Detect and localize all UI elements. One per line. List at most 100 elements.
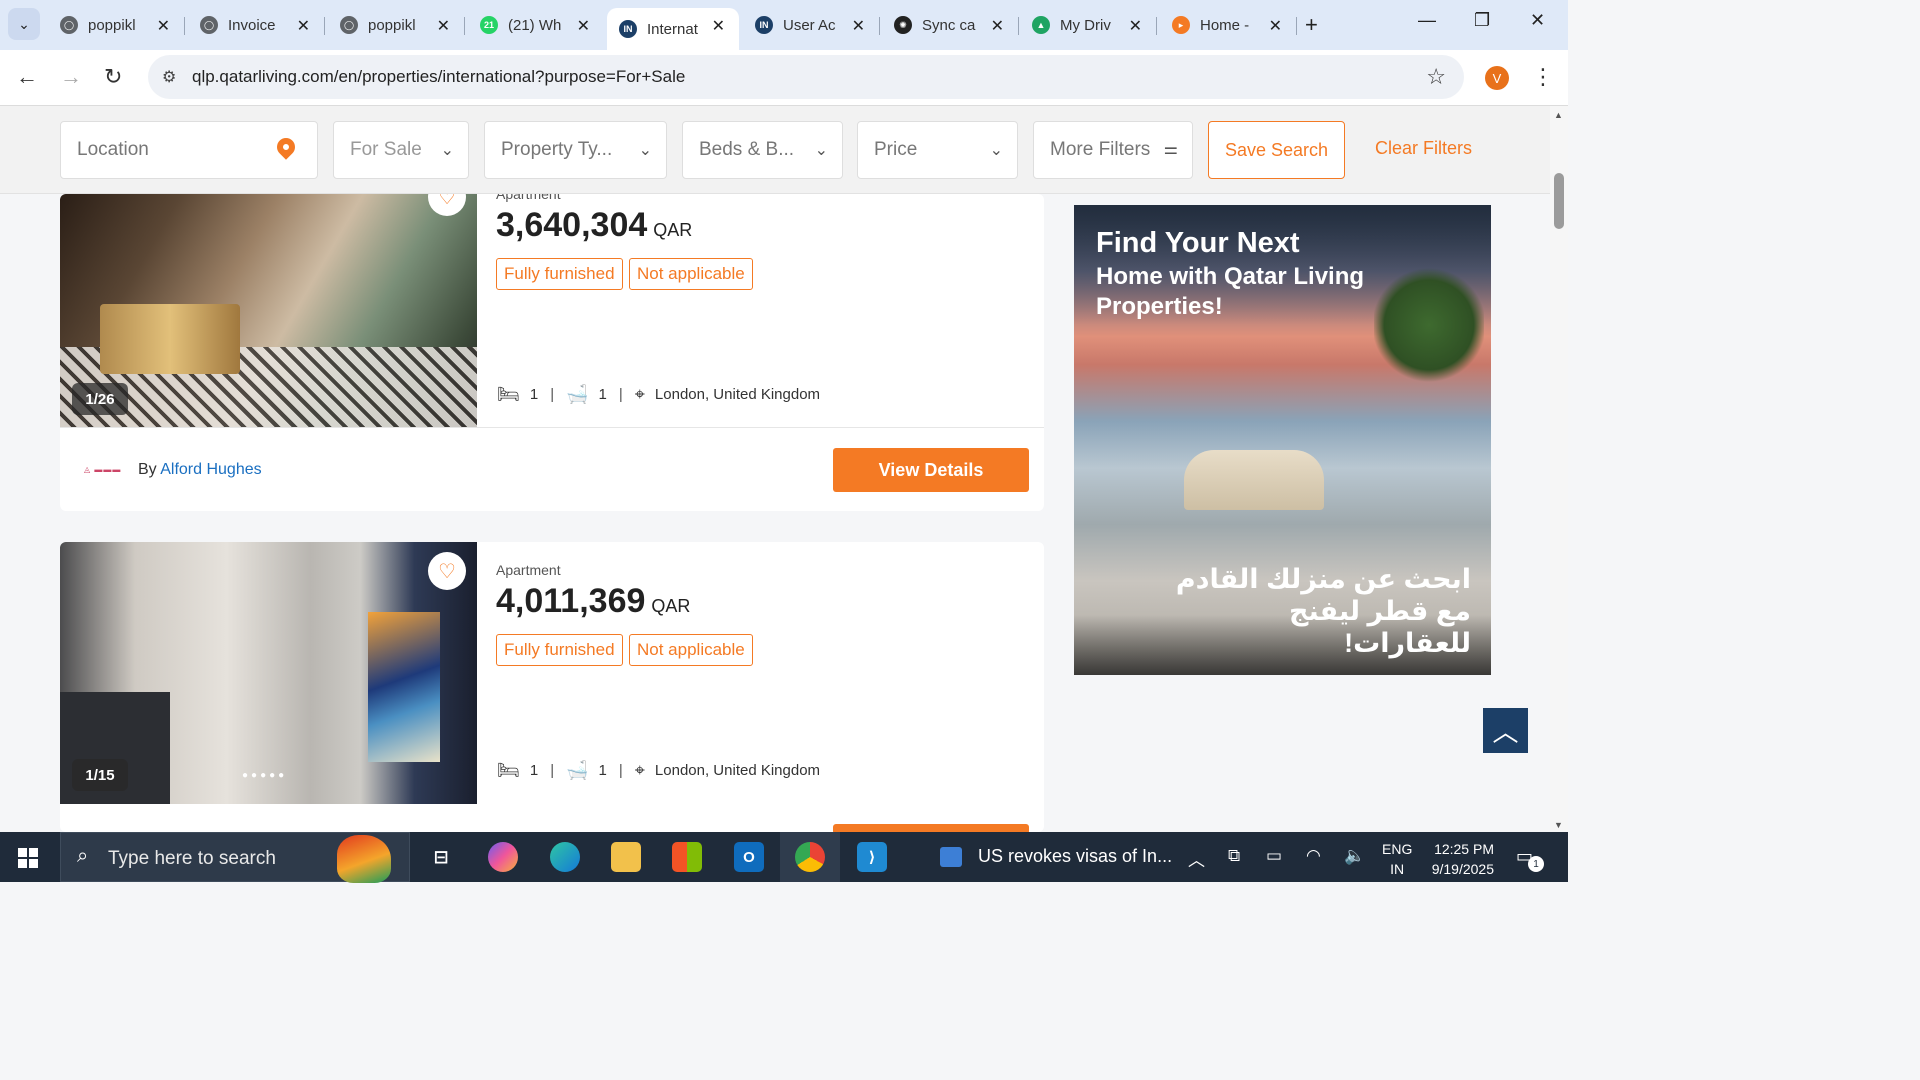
restore-icon[interactable]: ❐	[1474, 10, 1490, 31]
task-view-icon[interactable]: ⊟	[426, 842, 456, 872]
more-filters-label: More Filters	[1050, 139, 1151, 160]
site-settings-icon[interactable]: ⚙	[162, 67, 176, 87]
scroll-to-top-button[interactable]: ︿	[1483, 708, 1528, 753]
ad-subheadline: Home with Qatar Living Properties!	[1096, 263, 1365, 320]
vscode-icon[interactable]: ⟩	[857, 842, 887, 872]
tab-8[interactable]: ▲ My Driv ✕	[1020, 8, 1157, 42]
tab-9[interactable]: ▸ Home - ✕	[1160, 8, 1297, 42]
search-icon: ⌕	[77, 845, 89, 867]
battery-icon[interactable]: ▭	[1266, 846, 1282, 866]
scroll-thumb[interactable]	[1554, 173, 1564, 229]
page-scrollbar[interactable]: ▲ ▼	[1550, 106, 1568, 832]
copilot-icon[interactable]	[488, 842, 518, 872]
beds-count: 1	[529, 762, 539, 779]
url-text[interactable]: qlp.qatarliving.com/en/properties/intern…	[192, 67, 685, 87]
browser-menu-icon[interactable]: ⋮	[1532, 64, 1554, 90]
close-tab-icon[interactable]: ✕	[577, 16, 590, 36]
carousel-dots[interactable]: ●●●●●	[242, 770, 287, 781]
listing-card[interactable]: 1/15 ●●●●● ♡ Apartment 4,011,369 QAR Full…	[60, 542, 1044, 832]
property-type-dropdown[interactable]: Property Ty... ⌄	[484, 121, 667, 179]
new-tab-plus-icon[interactable]: +	[1305, 12, 1318, 38]
close-tab-icon[interactable]: ✕	[157, 16, 170, 36]
address-bar[interactable]: ⚙ qlp.qatarliving.com/en/properties/inte…	[148, 55, 1464, 99]
close-tab-icon[interactable]: ✕	[297, 16, 310, 36]
scroll-down-arrow-icon[interactable]: ▼	[1554, 820, 1563, 830]
profile-avatar[interactable]: V	[1485, 66, 1509, 90]
view-details-button[interactable]	[833, 824, 1029, 832]
purpose-dropdown[interactable]: For Sale ⌄	[333, 121, 469, 179]
ad-arabic-text: ابحث عن منزلك القادم مع قطر ليفنج للعقار…	[1175, 564, 1471, 658]
tab-3[interactable]: ◯ poppikl ✕	[328, 8, 465, 42]
price-dropdown[interactable]: Price ⌄	[857, 121, 1018, 179]
tab-1[interactable]: ◯ poppikl ✕	[48, 8, 185, 42]
listing-photo[interactable]: 1/15 ●●●●●	[60, 542, 477, 804]
minimize-icon[interactable]: —	[1418, 10, 1436, 31]
chrome-icon[interactable]	[795, 842, 825, 872]
taskbar-search-box[interactable]: ⌕ Type here to search	[60, 832, 410, 883]
system-clock[interactable]: 12:25 PM 9/19/2025	[1424, 839, 1494, 879]
more-filters-button[interactable]: More Filters ⚌	[1033, 121, 1193, 179]
microsoft-store-icon[interactable]	[672, 842, 702, 872]
edge-icon[interactable]	[550, 842, 580, 872]
listing-facts: 🛏 1 | 🛁 1 | ⌖ London, United Kingdom	[497, 384, 820, 405]
show-hidden-icons-chevron-icon[interactable]: ︿	[1188, 846, 1205, 871]
close-tab-icon[interactable]: ✕	[991, 16, 1004, 36]
notification-center-icon[interactable]: ▭ 1	[1516, 846, 1544, 872]
forward-arrow-icon[interactable]: →	[60, 64, 82, 90]
volume-icon[interactable]: 🔈	[1344, 846, 1365, 866]
globe-icon: ◯	[340, 16, 358, 34]
beds-count: 1	[529, 386, 539, 403]
bookmark-star-icon[interactable]: ☆	[1426, 64, 1446, 90]
close-tab-icon[interactable]: ✕	[712, 16, 725, 36]
close-window-icon[interactable]: ✕	[1530, 10, 1545, 31]
windows-start-icon[interactable]	[18, 848, 38, 868]
qatar-living-ad-banner[interactable]: Find Your Next Home with Qatar Living Pr…	[1074, 205, 1491, 675]
close-tab-icon[interactable]: ✕	[852, 16, 865, 36]
tab-search-menu-button[interactable]: ⌄	[8, 8, 40, 40]
input-language[interactable]: ENG IN	[1382, 839, 1412, 879]
agency-logo: ◬ ▬▬▬	[84, 465, 122, 474]
photo-counter: 1/26	[72, 383, 128, 415]
news-widget[interactable]: US revokes visas of In...	[940, 846, 1172, 867]
view-details-button[interactable]: View Details	[833, 448, 1029, 492]
divider: |	[550, 386, 555, 403]
wifi-icon[interactable]: ◠	[1306, 846, 1321, 866]
file-explorer-icon[interactable]	[611, 842, 641, 872]
listing-facts: 🛏 1 | 🛁 1 | ⌖ London, United Kingdom	[497, 760, 820, 781]
location-placeholder: Location	[77, 139, 149, 160]
tab-title: My Driv	[1060, 16, 1111, 34]
divider: |	[618, 762, 623, 779]
close-tab-icon[interactable]: ✕	[1269, 16, 1282, 36]
scroll-up-arrow-icon[interactable]: ▲	[1554, 110, 1563, 120]
tab-5-active[interactable]: IN Internat ✕	[607, 8, 739, 50]
beds-baths-dropdown[interactable]: Beds & B... ⌄	[682, 121, 843, 179]
save-search-button[interactable]: Save Search	[1208, 121, 1345, 179]
back-arrow-icon[interactable]: ←	[16, 64, 38, 90]
ad-headline: Find Your Next	[1096, 227, 1300, 259]
tab-7[interactable]: ✺ Sync ca ✕	[882, 8, 1019, 42]
listed-by: By Alford Hughes	[138, 461, 262, 479]
reload-icon[interactable]: ↻	[104, 64, 122, 90]
clear-filters-link[interactable]: Clear Filters	[1375, 138, 1472, 159]
device-icon[interactable]: ⧉	[1228, 846, 1240, 866]
favorite-heart-icon[interactable]: ♡	[428, 552, 466, 590]
tab-separator	[1296, 17, 1297, 35]
price-value: Price	[874, 139, 918, 160]
listing-price: 3,640,304 QAR	[496, 206, 692, 245]
chevron-down-icon: ⌄	[814, 142, 828, 159]
listing-card[interactable]: 1/26 ♡ Apartment 3,640,304 QAR Fully furn…	[60, 194, 1044, 511]
photo-reception-desk	[100, 304, 240, 374]
tab-title: User Ac	[783, 16, 836, 34]
tab-2[interactable]: ◯ Invoice ✕	[188, 8, 325, 42]
outlook-icon[interactable]: O	[734, 842, 764, 872]
close-tab-icon[interactable]: ✕	[1129, 16, 1142, 36]
baths-count: 1	[598, 762, 607, 779]
tab-4[interactable]: 21 (21) Wh ✕	[468, 8, 604, 42]
furnishing-tag: Fully furnished	[496, 258, 623, 290]
agent-link[interactable]: Alford Hughes	[160, 461, 261, 478]
tab-6[interactable]: IN User Ac ✕	[743, 8, 880, 42]
property-type: Apartment	[496, 194, 561, 202]
close-tab-icon[interactable]: ✕	[437, 16, 450, 36]
location-input[interactable]: Location	[60, 121, 318, 179]
listing-photo[interactable]: 1/26	[60, 194, 477, 427]
